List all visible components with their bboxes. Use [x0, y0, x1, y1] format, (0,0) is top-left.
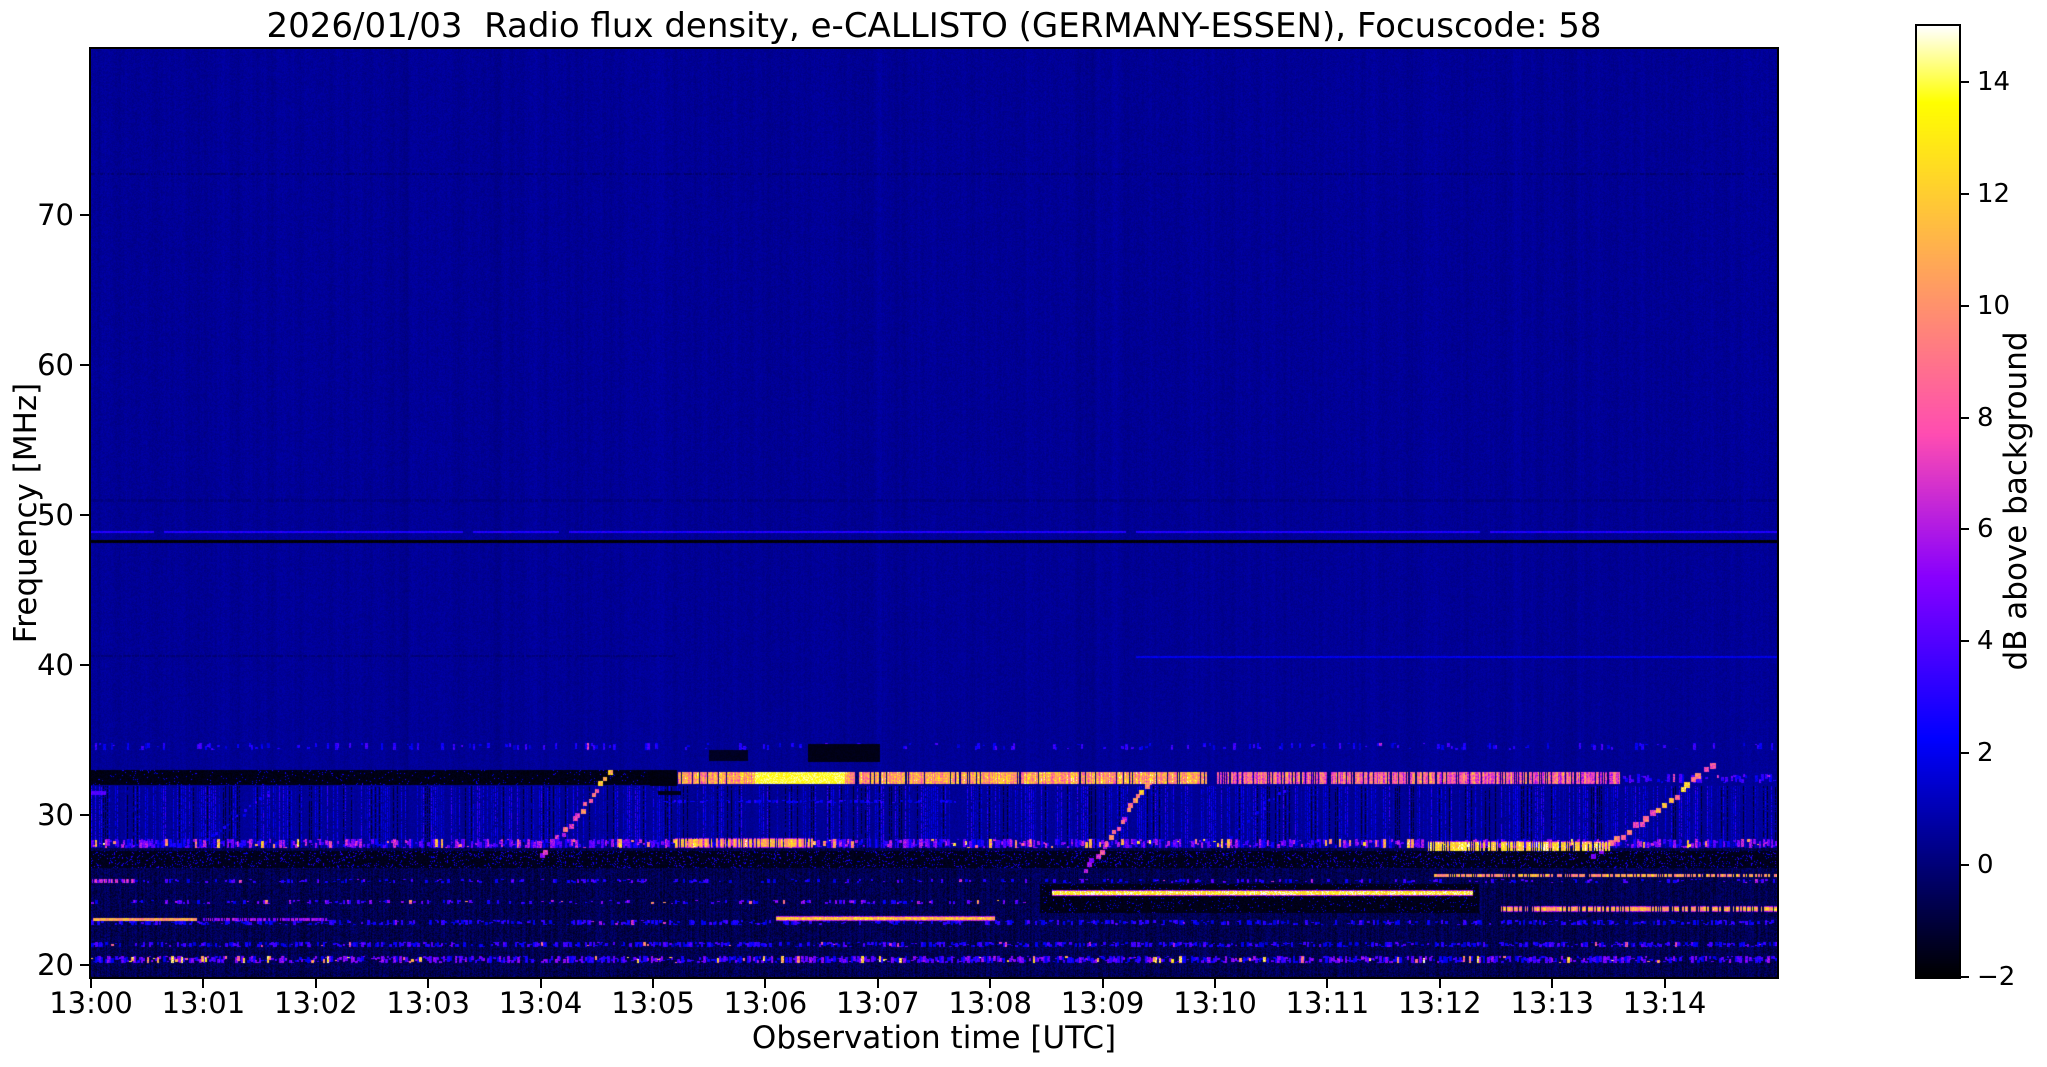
plot-area [89, 47, 1779, 979]
x-tick-label: 13:07 [836, 986, 920, 1020]
x-tick-label: 13:02 [274, 986, 358, 1020]
x-tick-label: 13:08 [948, 986, 1032, 1020]
colorbar-tick-label: 2 [1977, 738, 1994, 769]
colorbar-tick-mark [1961, 416, 1969, 419]
x-axis-label: Observation time [UTC] [751, 1020, 1117, 1056]
colorbar-tick-mark [1961, 80, 1969, 83]
y-tick-mark [80, 814, 89, 816]
x-tick-label: 13:00 [49, 986, 133, 1020]
colorbar-tick-label: 8 [1977, 402, 1994, 433]
x-tick-label: 13:06 [723, 986, 808, 1020]
y-tick-mark [80, 664, 89, 667]
x-tick-label: 13:13 [1510, 986, 1594, 1020]
colorbar-tick-label: −2 [1977, 962, 2016, 992]
colorbar-tick-label: 4 [1977, 626, 1994, 657]
x-tick-label: 13:11 [1285, 986, 1370, 1020]
colorbar-tick-mark [1961, 864, 1969, 867]
colorbar-tick-mark [1961, 304, 1969, 307]
x-tick-label: 13:12 [1398, 986, 1482, 1020]
y-tick-label: 30 [37, 798, 74, 832]
colorbar-tick-mark [1961, 752, 1969, 755]
colorbar-label: dB above background [1998, 331, 2034, 671]
y-axis-label: Frequency [MHz] [8, 382, 44, 644]
colorbar [1915, 24, 1961, 979]
colorbar-tick-mark [1961, 976, 1969, 978]
x-tick-label: 13:03 [386, 986, 470, 1020]
x-tick-label: 13:10 [1173, 986, 1257, 1020]
y-tick-label: 70 [37, 198, 74, 233]
x-tick-label: 13:04 [498, 986, 583, 1020]
y-tick-label: 40 [37, 648, 74, 683]
y-tick-mark [80, 214, 89, 217]
x-tick-label: 13:09 [1060, 986, 1145, 1020]
colorbar-tick-label: 10 [1977, 290, 2011, 321]
y-tick-label: 60 [37, 348, 74, 383]
spectrogram-figure: 2026/01/03 Radio flux density, e-CALLIST… [0, 0, 2047, 1067]
x-tick-label: 13:14 [1622, 986, 1707, 1020]
colorbar-tick-label: 0 [1977, 850, 1994, 881]
colorbar-tick-mark [1961, 640, 1969, 643]
y-tick-label: 20 [37, 948, 74, 982]
colorbar-tick-label: 14 [1977, 66, 2011, 97]
colorbar-tick-mark [1961, 192, 1969, 195]
colorbar-canvas [1917, 26, 1959, 977]
spectrogram-canvas [91, 49, 1777, 977]
figure-title: 2026/01/03 Radio flux density, e-CALLIST… [266, 6, 1602, 46]
y-tick-mark [80, 964, 89, 966]
y-tick-mark [80, 514, 89, 517]
colorbar-tick-label: 6 [1977, 514, 1994, 545]
x-tick-label: 13:05 [611, 986, 695, 1020]
colorbar-tick-label: 12 [1977, 178, 2011, 209]
x-tick-label: 13:01 [161, 986, 246, 1020]
colorbar-tick-mark [1961, 528, 1969, 531]
y-tick-mark [80, 364, 89, 367]
